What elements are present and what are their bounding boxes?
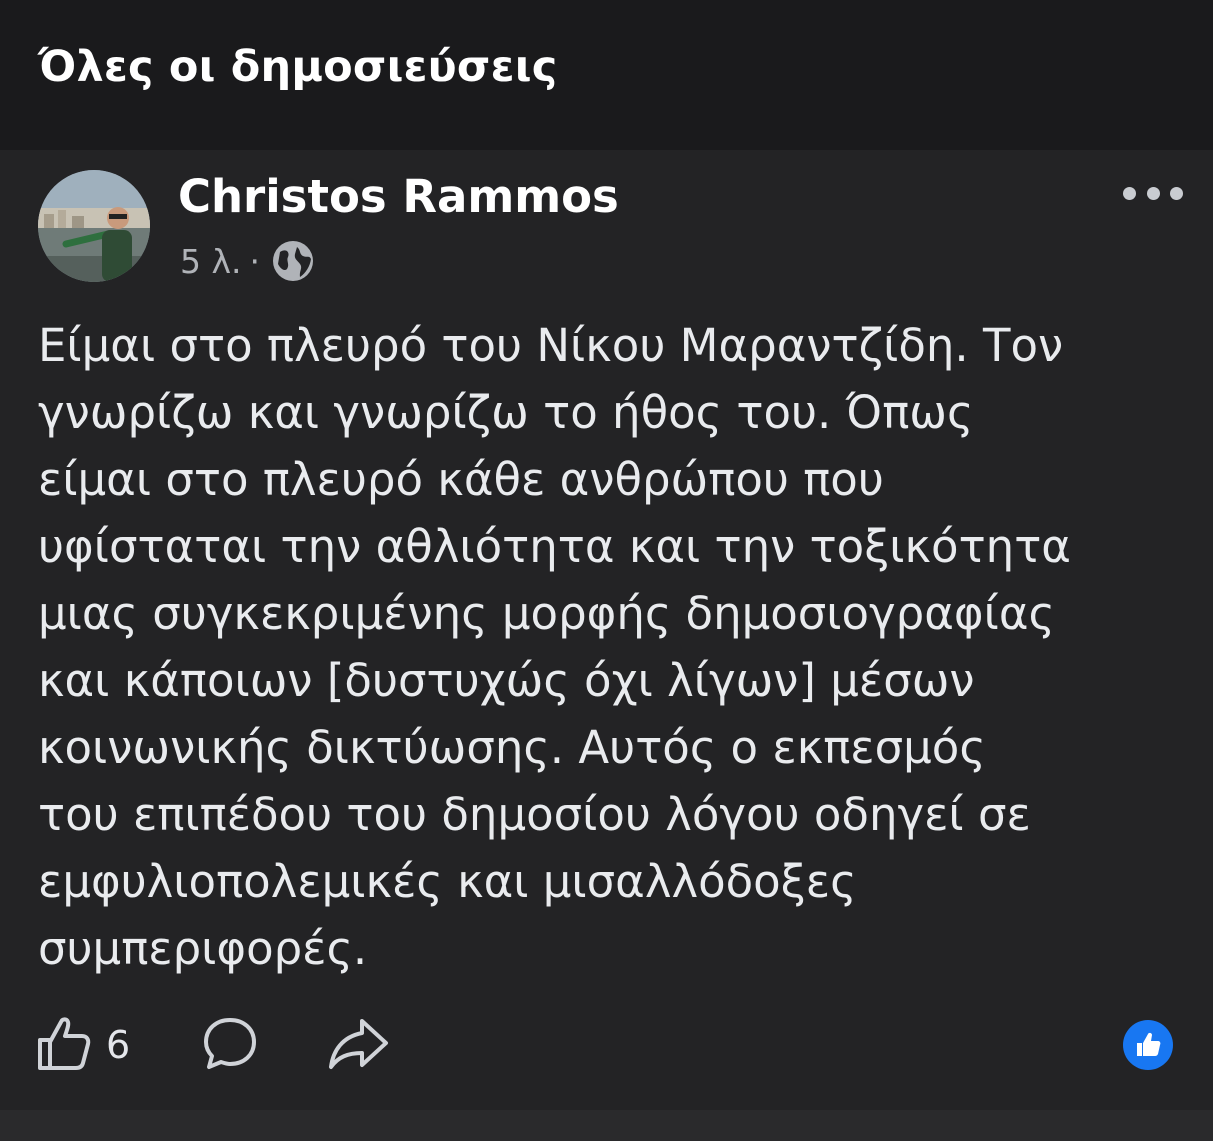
bottom-divider <box>0 1110 1213 1141</box>
share-icon <box>326 1013 390 1077</box>
post-text: Είμαι στο πλευρό του Νίκου Μαραντζίδη. Τ… <box>38 319 1071 975</box>
like-button[interactable]: 6 <box>34 1013 130 1077</box>
comment-button[interactable] <box>200 1013 260 1077</box>
section-title: Όλες οι δημοσιεύσεις <box>38 42 558 92</box>
author-name[interactable]: Christos Rammos <box>178 170 619 223</box>
share-button[interactable] <box>326 1013 390 1077</box>
post-actions: 6 <box>34 1010 390 1080</box>
post-card: Christos Rammos 5 λ. · Είμαι στο πλευρό … <box>0 150 1213 1110</box>
globe-icon <box>270 238 316 284</box>
more-options-icon[interactable] <box>1123 176 1183 210</box>
like-count: 6 <box>106 1023 131 1067</box>
like-icon <box>34 1013 94 1077</box>
avatar-photo <box>38 170 150 282</box>
comment-icon <box>200 1013 260 1077</box>
meta-separator: · <box>249 241 261 281</box>
avatar[interactable] <box>38 170 150 282</box>
posts-page: Όλες οι δημοσιεύσεις Christos Rammos 5 λ… <box>0 0 1213 1141</box>
post-meta: 5 λ. · <box>180 238 316 284</box>
like-reaction-icon[interactable] <box>1123 1020 1173 1070</box>
post-time[interactable]: 5 λ. <box>180 242 242 281</box>
